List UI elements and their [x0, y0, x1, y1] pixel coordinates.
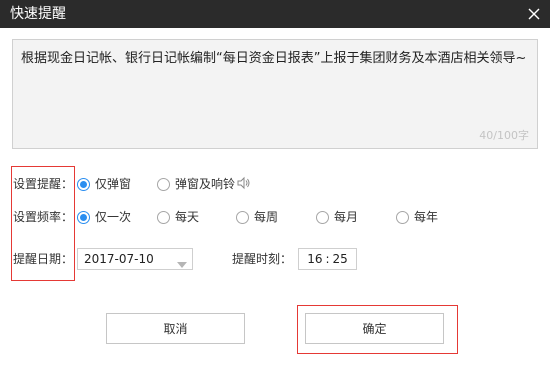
chevron-down-icon: [177, 257, 187, 268]
radio-button: [77, 177, 90, 191]
radio-button: [396, 210, 409, 224]
radio-button: [157, 210, 170, 224]
radio-label: 每月: [334, 210, 359, 224]
radio-label: 每年: [414, 210, 439, 224]
radio-popup-and-ring[interactable]: 弹窗及响铃: [157, 176, 235, 192]
reminder-type-label: 设置提醒：: [13, 177, 74, 191]
cancel-button[interactable]: 取消: [106, 313, 245, 344]
char-counter: 40/100字: [479, 129, 529, 142]
radio-button: [316, 210, 329, 224]
radio-button: [236, 210, 249, 224]
radio-button: [77, 210, 90, 224]
radio-once[interactable]: 仅一次: [77, 209, 131, 225]
speaker-icon[interactable]: [237, 176, 251, 190]
radio-button: [157, 177, 170, 191]
close-icon[interactable]: [524, 4, 544, 24]
reminder-time-label: 提醒时刻：: [232, 252, 293, 266]
date-value: 2017-07-10: [84, 252, 154, 266]
message-textarea[interactable]: 根据现金日记帐、银行日记帐编制“每日资金日报表”上报于集团财务及本酒店相关领导~…: [12, 39, 538, 149]
time-hour[interactable]: 16: [307, 252, 322, 266]
radio-popup-only[interactable]: 仅弹窗: [77, 176, 131, 192]
date-select[interactable]: 2017-07-10: [77, 248, 193, 270]
radio-monthly[interactable]: 每月: [316, 209, 358, 225]
confirm-button[interactable]: 确定: [305, 313, 444, 344]
radio-label: 仅一次: [95, 210, 132, 224]
time-separator: :: [325, 252, 330, 266]
time-input[interactable]: 16 : 25: [298, 248, 357, 270]
reminder-date-label: 提醒日期：: [13, 252, 74, 266]
radio-label: 每天: [175, 210, 200, 224]
radio-label: 仅弹窗: [95, 177, 132, 191]
radio-yearly[interactable]: 每年: [396, 209, 438, 225]
radio-weekly[interactable]: 每周: [236, 209, 278, 225]
radio-label: 每周: [254, 210, 279, 224]
radio-label: 弹窗及响铃: [175, 177, 236, 191]
frequency-label: 设置频率：: [13, 210, 74, 224]
dialog-titlebar: 快速提醒: [0, 0, 550, 28]
time-minute[interactable]: 25: [333, 252, 348, 266]
message-text: 根据现金日记帐、银行日记帐编制“每日资金日报表”上报于集团财务及本酒店相关领导~: [21, 51, 527, 66]
radio-daily[interactable]: 每天: [157, 209, 199, 225]
dialog-title: 快速提醒: [10, 6, 66, 22]
